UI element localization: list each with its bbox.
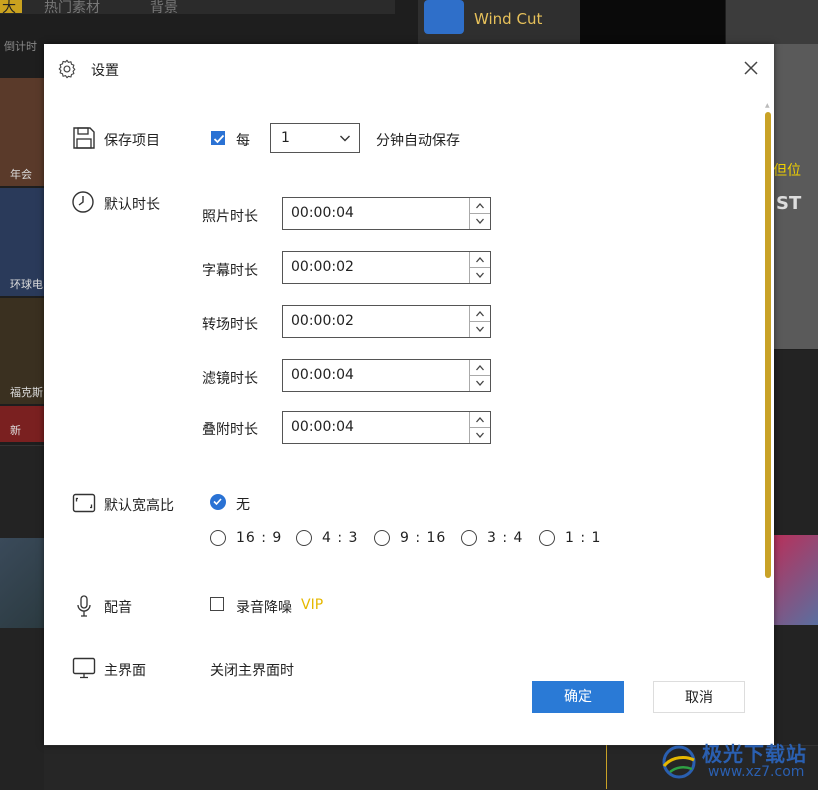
transition-duration-value[interactable]: 00:00:02 bbox=[291, 313, 354, 329]
dialog-title: 设置 bbox=[91, 63, 119, 79]
stepper-down-button[interactable] bbox=[470, 267, 490, 282]
bg-clip-right bbox=[773, 535, 818, 625]
bg-thumb[interactable]: 年会 bbox=[0, 78, 44, 186]
watermark: 极光下载站 www.xz7.com bbox=[660, 738, 810, 784]
subtitle-duration-value[interactable]: 00:00:02 bbox=[291, 259, 354, 275]
bg-tab-1[interactable]: 热门素材 bbox=[44, 0, 100, 17]
watermark-url: www.xz7.com bbox=[708, 764, 805, 780]
stepper bbox=[469, 360, 490, 391]
stepper-up-button[interactable] bbox=[470, 412, 490, 428]
duration-section-label: 默认时长 bbox=[104, 197, 160, 213]
scroll-up-icon[interactable]: ▲ bbox=[765, 102, 771, 109]
noise-reduction-checkbox[interactable] bbox=[210, 597, 224, 611]
bg-preview-caption: 但位 bbox=[773, 163, 801, 179]
bg-thumb[interactable]: 新 bbox=[0, 406, 44, 442]
bg-thumbnail-list: 年会 环球电 福克斯电 新 bbox=[0, 78, 54, 443]
stepper bbox=[469, 412, 490, 443]
bg-tab-2[interactable]: 背景 bbox=[150, 0, 178, 17]
clock-icon bbox=[72, 191, 94, 213]
vip-badge: VIP bbox=[301, 597, 324, 613]
stepper bbox=[469, 252, 490, 283]
stepper bbox=[469, 198, 490, 229]
stepper-up-button[interactable] bbox=[470, 198, 490, 214]
aspect-ratio-section-label: 默认宽高比 bbox=[104, 498, 174, 514]
ok-button[interactable]: 确定 bbox=[532, 681, 624, 713]
photo-duration-input[interactable]: 00:00:04 bbox=[282, 197, 491, 230]
aspect-ratio-icon bbox=[72, 493, 96, 513]
aspect-9-16-label: 9 : 16 bbox=[400, 530, 447, 546]
main-ui-option-text: 关闭主界面时 bbox=[210, 663, 294, 679]
audio-section-label: 配音 bbox=[104, 600, 132, 616]
bg-black-panel bbox=[580, 0, 725, 44]
stepper-down-button[interactable] bbox=[470, 427, 490, 442]
scrollbar[interactable] bbox=[765, 112, 771, 578]
bg-tab-0[interactable]: 大 bbox=[0, 0, 22, 16]
stepper bbox=[469, 306, 490, 337]
aspect-4-3-radio[interactable] bbox=[296, 530, 312, 546]
transition-duration-label: 转场时长 bbox=[202, 317, 258, 333]
bg-clip-left bbox=[0, 538, 44, 628]
aspect-9-16-radio[interactable] bbox=[374, 530, 390, 546]
autosave-checkbox[interactable] bbox=[211, 131, 225, 145]
noise-reduction-label: 录音降噪 bbox=[236, 600, 292, 616]
autosave-section-label: 保存项目 bbox=[104, 133, 160, 149]
floppy-disk-icon bbox=[73, 127, 95, 149]
stepper-up-button[interactable] bbox=[470, 306, 490, 322]
aspect-3-4-radio[interactable] bbox=[461, 530, 477, 546]
overlay-duration-value[interactable]: 00:00:04 bbox=[291, 419, 354, 435]
stepper-up-button[interactable] bbox=[470, 360, 490, 376]
photo-duration-label: 照片时长 bbox=[202, 209, 258, 225]
aspect-3-4-label: 3 : 4 bbox=[487, 530, 524, 546]
chevron-down-icon bbox=[340, 135, 350, 142]
bg-right-panel bbox=[726, 0, 818, 44]
settings-dialog: 设置 ▲ 保存项目 每 1 分钟自动保存 默认时长 照片时长 00:00:04 … bbox=[44, 44, 774, 745]
bg-playhead bbox=[606, 745, 607, 789]
microphone-icon bbox=[77, 595, 91, 617]
transition-duration-input[interactable]: 00:00:02 bbox=[282, 305, 491, 338]
autosave-interval-value: 1 bbox=[281, 130, 290, 146]
autosave-suffix: 分钟自动保存 bbox=[376, 133, 460, 149]
autosave-every-label: 每 bbox=[236, 133, 250, 149]
filter-duration-label: 滤镜时长 bbox=[202, 371, 258, 387]
aspect-16-9-radio[interactable] bbox=[210, 530, 226, 546]
filter-duration-input[interactable]: 00:00:04 bbox=[282, 359, 491, 392]
subtitle-duration-label: 字幕时长 bbox=[202, 263, 258, 279]
aspect-4-3-label: 4 : 3 bbox=[322, 530, 359, 546]
stepper-down-button[interactable] bbox=[470, 213, 490, 228]
aspect-1-1-label: 1 : 1 bbox=[565, 530, 602, 546]
watermark-title: 极光下载站 bbox=[702, 742, 807, 766]
stepper-down-button[interactable] bbox=[470, 321, 490, 336]
monitor-icon bbox=[72, 657, 96, 679]
bg-thumb[interactable]: 环球电 bbox=[0, 188, 44, 296]
subtitle-duration-input[interactable]: 00:00:02 bbox=[282, 251, 491, 284]
bg-preview-text: ST bbox=[776, 193, 802, 214]
aspect-16-9-label: 16 : 9 bbox=[236, 530, 283, 546]
bg-app-logo-area: Wind Cut bbox=[418, 0, 580, 44]
stepper-up-button[interactable] bbox=[470, 252, 490, 268]
bg-thumb[interactable]: 福克斯电 bbox=[0, 298, 54, 404]
aspect-none-label: 无 bbox=[236, 497, 251, 513]
overlay-duration-input[interactable]: 00:00:04 bbox=[282, 411, 491, 444]
gear-icon bbox=[58, 59, 76, 79]
main-ui-section-label: 主界面 bbox=[104, 663, 146, 679]
cancel-button[interactable]: 取消 bbox=[653, 681, 745, 713]
app-logo-icon bbox=[424, 0, 464, 34]
autosave-interval-select[interactable]: 1 bbox=[270, 123, 360, 153]
filter-duration-value[interactable]: 00:00:04 bbox=[291, 367, 354, 383]
aspect-none-radio[interactable] bbox=[210, 494, 226, 510]
background-tab-bar: 大 热门素材 背景 bbox=[0, 0, 395, 17]
photo-duration-value[interactable]: 00:00:04 bbox=[291, 205, 354, 221]
close-icon[interactable] bbox=[741, 58, 761, 78]
watermark-logo-icon bbox=[662, 745, 696, 779]
bg-countdown-label: 倒计时 bbox=[4, 40, 37, 53]
overlay-duration-label: 叠附时长 bbox=[202, 422, 258, 438]
aspect-1-1-radio[interactable] bbox=[539, 530, 555, 546]
app-logo-text: Wind Cut bbox=[474, 10, 543, 28]
stepper-down-button[interactable] bbox=[470, 375, 490, 390]
